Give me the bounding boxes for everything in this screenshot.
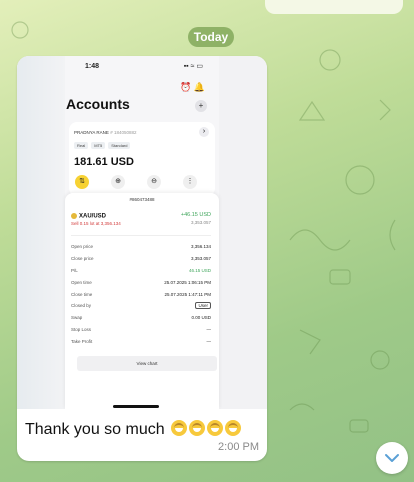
row-value: 3,353.057: [190, 256, 211, 262]
row-take-profit: Take Profit —: [71, 335, 211, 347]
withdraw-icon: ⊖: [147, 175, 161, 189]
chevron-right-icon: ›: [199, 127, 209, 137]
order-side: Sell 0.15 lot at 3,356.134: [71, 221, 121, 226]
row-label: Swap: [71, 315, 83, 321]
tag-real: Real: [74, 142, 89, 149]
account-actions: ⇅ ⊕ ⊖ ⋮: [75, 175, 197, 189]
order-id: #860473488: [129, 197, 155, 202]
row-pl: P/L 46.15 USD: [71, 265, 211, 277]
grinning-crown-emoji-icon: [171, 420, 188, 436]
message-time: 2:00 PM: [218, 441, 259, 453]
account-card: PRADNYA RANE # 184050882 › Real MT5 Stan…: [69, 122, 215, 196]
account-holder: PRADNYA RANE: [74, 130, 109, 135]
status-icons: ▪▪ ≈ ▭: [183, 63, 203, 70]
add-account-button: +: [195, 100, 207, 112]
status-time: 1:48: [85, 63, 100, 70]
row-label: Closed by: [71, 303, 92, 309]
row-swap: Swap 0.00 USD: [71, 312, 211, 324]
divider: [71, 235, 211, 236]
row-value: 46.15 USD: [188, 267, 211, 273]
symbol-text: XAU/USD: [79, 213, 107, 220]
order-profit: +46.15 USD: [180, 212, 211, 218]
row-label: Open time: [71, 279, 92, 285]
order-close-price-top: 3,353.057: [190, 220, 211, 225]
row-value: —: [206, 326, 212, 332]
account-name: PRADNYA RANE # 184050882: [74, 130, 136, 135]
phone-screen: 1:48 ▪▪ ≈ ▭ ⏰ 🔔 Accounts + PRADNYA RANE …: [65, 56, 219, 409]
row-closed-by: Closed by User: [71, 300, 211, 312]
accounts-title: Accounts: [66, 96, 130, 112]
trade-icon: ⇅: [75, 175, 89, 189]
gold-icon: [71, 213, 77, 219]
row-value: 25.07.2025 1:06:15 PM: [164, 279, 211, 285]
grinning-crown-emoji-icon: [207, 420, 224, 436]
screenshot-left-blur: [17, 56, 65, 409]
order-symbol: XAU/USD: [71, 213, 106, 220]
row-stop-loss: Stop Loss —: [71, 324, 211, 336]
date-separator: Today: [188, 27, 234, 47]
row-close-time: Close time 25.07.2025 1:47:11 PM: [71, 288, 211, 300]
row-value: 3,356.134: [190, 244, 211, 250]
deposit-icon: ⊕: [111, 175, 125, 189]
row-open-time: Open time 25.07.2025 1:06:15 PM: [71, 276, 211, 288]
row-label: P/L: [71, 267, 78, 273]
row-value: 25.07.2025 1:47:11 PM: [164, 291, 211, 297]
view-chart-button: View chart: [77, 356, 217, 371]
row-label: Close price: [71, 256, 94, 262]
previous-message-bubble-edge: [265, 0, 403, 14]
tag-mt5: MT5: [91, 142, 106, 149]
row-value: User: [195, 302, 211, 310]
tag-standard: Standard: [108, 142, 131, 149]
grinning-crown-emoji-icon: [225, 420, 242, 436]
alarm-bell-icons: ⏰ 🔔: [180, 82, 205, 92]
account-balance: 181.61 USD: [74, 156, 134, 168]
message-text: Thank you so much: [25, 420, 242, 439]
row-value: 0.00 USD: [191, 315, 211, 321]
row-open-price: Open price 3,356.134: [71, 241, 211, 253]
account-number: # 184050882: [110, 130, 137, 135]
order-details-sheet: #860473488 XAU/USD Sell 0.15 lot at 3,35…: [65, 193, 219, 409]
row-label: Stop Loss: [71, 326, 92, 332]
message-text-content: Thank you so much: [25, 421, 165, 438]
account-tags: Real MT5 Standard: [74, 142, 131, 149]
row-label: Open price: [71, 244, 94, 250]
home-indicator: [113, 405, 159, 408]
more-icon: ⋮: [183, 175, 197, 189]
row-label: Take Profit: [71, 338, 93, 344]
row-value: —: [206, 338, 212, 344]
chevron-down-icon: [385, 454, 399, 462]
scroll-down-button[interactable]: [376, 442, 408, 474]
order-rows: Open price 3,356.134 Close price 3,353.057…: [71, 241, 211, 347]
attached-screenshot[interactable]: 1:48 ▪▪ ≈ ▭ ⏰ 🔔 Accounts + PRADNYA RANE …: [17, 56, 267, 409]
grinning-crown-emoji-icon: [189, 420, 206, 436]
row-label: Close time: [71, 291, 93, 297]
row-close-price: Close price 3,353.057: [71, 253, 211, 265]
message-bubble[interactable]: 1:48 ▪▪ ≈ ▭ ⏰ 🔔 Accounts + PRADNYA RANE …: [17, 56, 267, 461]
